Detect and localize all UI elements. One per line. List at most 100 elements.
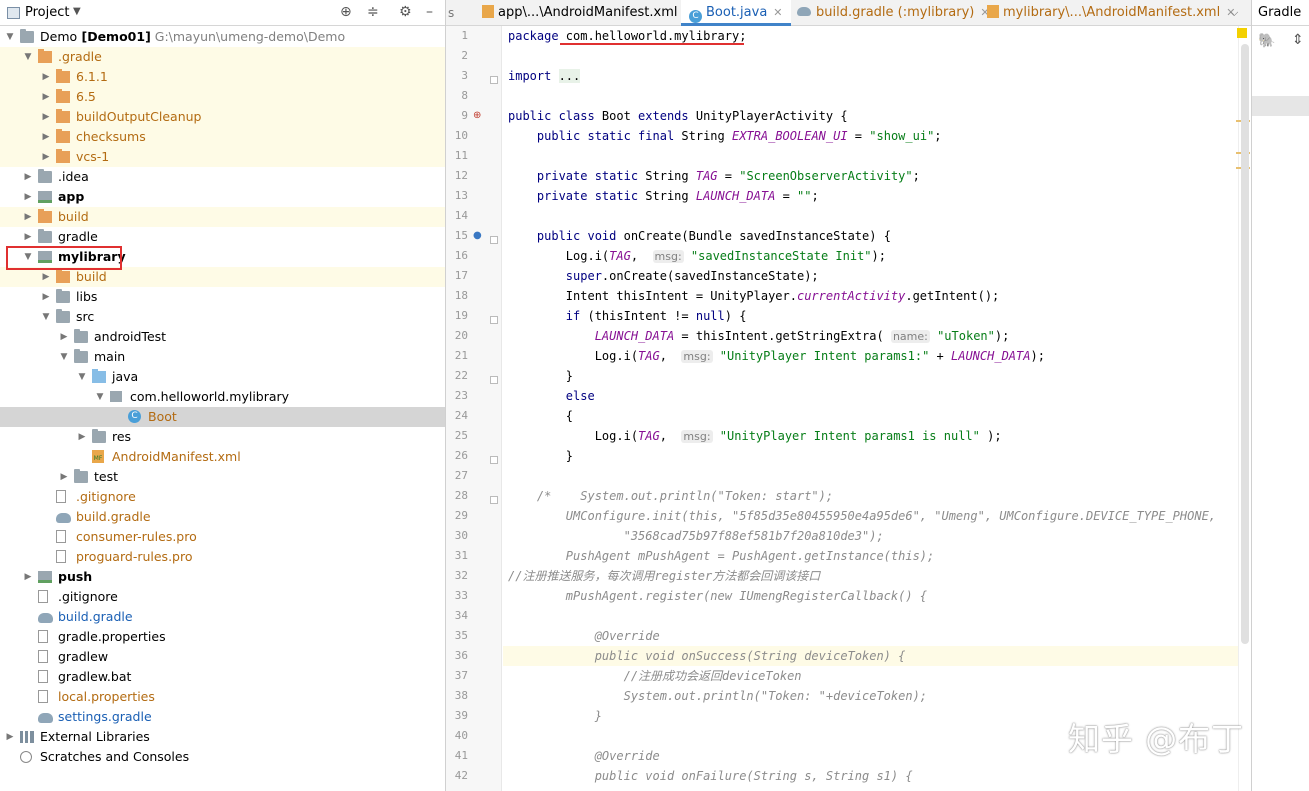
- fold-marker-icon[interactable]: [490, 376, 498, 384]
- code-line[interactable]: if (thisIntent != null) {: [508, 306, 747, 326]
- tree-item-boot[interactable]: C Boot: [0, 407, 445, 427]
- chevron-right-icon[interactable]: ▶: [40, 67, 52, 87]
- code-line[interactable]: Log.i(TAG, msg: "UnityPlayer Intent para…: [508, 426, 1002, 446]
- chevron-right-icon[interactable]: ▶: [22, 567, 34, 587]
- chevron-right-icon[interactable]: ▶: [40, 87, 52, 107]
- chevron-right-icon[interactable]: ▶: [4, 727, 16, 747]
- line-number[interactable]: 38: [446, 689, 468, 702]
- chevron-right-icon[interactable]: ▶: [40, 147, 52, 167]
- tree-item-root-gitignore[interactable]: .gitignore: [0, 587, 445, 607]
- tree-item-java[interactable]: ▼ java: [0, 367, 445, 387]
- line-number[interactable]: 32: [446, 569, 468, 582]
- line-number[interactable]: 2: [446, 49, 468, 62]
- code-line[interactable]: else: [508, 386, 595, 406]
- line-number[interactable]: 31: [446, 549, 468, 562]
- tree-item-demo[interactable]: ▼ Demo [Demo01] G:\mayun\umeng-demo\Demo: [0, 27, 445, 47]
- line-number[interactable]: 19: [446, 309, 468, 322]
- project-view-selector[interactable]: Project: [25, 5, 69, 20]
- code-line[interactable]: Intent thisIntent = UnityPlayer.currentA…: [508, 286, 999, 306]
- line-number[interactable]: 17: [446, 269, 468, 282]
- chevron-right-icon[interactable]: ▶: [22, 227, 34, 247]
- line-number[interactable]: 25: [446, 429, 468, 442]
- line-number[interactable]: 23: [446, 389, 468, 402]
- tree-item-androidtest[interactable]: ▶ androidTest: [0, 327, 445, 347]
- tree-item-gradle-dir[interactable]: ▼ .gradle: [0, 47, 445, 67]
- tabs-scroll-left-icon[interactable]: s: [448, 0, 454, 26]
- code-line[interactable]: import ...: [508, 66, 581, 86]
- line-number[interactable]: 15: [446, 229, 468, 242]
- tree-item-gradlew[interactable]: gradlew: [0, 647, 445, 667]
- line-number[interactable]: 13: [446, 189, 468, 202]
- code-line[interactable]: }: [508, 706, 602, 726]
- tree-item-push[interactable]: ▶ push: [0, 567, 445, 587]
- line-number[interactable]: 10: [446, 129, 468, 142]
- tab-app-manifest[interactable]: app\...\AndroidManifest.xml✕: [478, 0, 693, 26]
- tree-item-res[interactable]: ▶ res: [0, 427, 445, 447]
- tree-item-main[interactable]: ▼ main: [0, 347, 445, 367]
- line-number[interactable]: 34: [446, 609, 468, 622]
- line-number[interactable]: 14: [446, 209, 468, 222]
- tree-item-idea[interactable]: ▶ .idea: [0, 167, 445, 187]
- tree-item-mylibrary-build[interactable]: ▶ build: [0, 267, 445, 287]
- line-number[interactable]: 36: [446, 649, 468, 662]
- code-line[interactable]: }: [508, 366, 573, 386]
- code-line[interactable]: //注册推送服务，每次调用register方法都会回调该接口: [508, 566, 820, 586]
- code-line[interactable]: /* System.out.println("Token: start");: [508, 486, 833, 506]
- code-line[interactable]: mPushAgent.register(new IUmengRegisterCa…: [508, 586, 927, 606]
- code-line[interactable]: UMConfigure.init(this, "5f85d35e80455950…: [508, 506, 1216, 526]
- line-number[interactable]: 29: [446, 509, 468, 522]
- chevron-right-icon[interactable]: ▶: [40, 127, 52, 147]
- code-line[interactable]: private static String TAG = "ScreenObser…: [508, 166, 920, 186]
- tree-item-external-libraries[interactable]: ▶ External Libraries: [0, 727, 445, 747]
- chevron-right-icon[interactable]: ▶: [22, 207, 34, 227]
- chevron-right-icon[interactable]: ▶: [40, 287, 52, 307]
- line-number[interactable]: 9: [446, 109, 468, 122]
- code-line[interactable]: @Override: [508, 746, 660, 766]
- tree-item-build-gradle[interactable]: build.gradle: [0, 507, 445, 527]
- code-line[interactable]: public class Boot extends UnityPlayerAct…: [508, 106, 848, 126]
- line-number[interactable]: 20: [446, 329, 468, 342]
- gradle-panel-title[interactable]: Gradle: [1252, 0, 1309, 26]
- tree-item-checksums[interactable]: ▶ checksums: [0, 127, 445, 147]
- code-line[interactable]: public void onFailure(String s, String s…: [508, 766, 913, 786]
- fold-marker-icon[interactable]: [490, 456, 498, 464]
- tree-item-consumer-rules[interactable]: consumer-rules.pro: [0, 527, 445, 547]
- line-number[interactable]: 3: [446, 69, 468, 82]
- tree-item-6-5[interactable]: ▶ 6.5: [0, 87, 445, 107]
- code-line[interactable]: Log.i(TAG, msg: "savedInstanceState Init…: [508, 246, 886, 266]
- tab-build-gradle[interactable]: build.gradle (:mylibrary) ✕: [791, 0, 990, 26]
- chevron-down-icon[interactable]: ▼: [4, 27, 16, 47]
- tree-item-test[interactable]: ▶ test: [0, 467, 445, 487]
- editor-scrollbar[interactable]: [1236, 26, 1251, 791]
- gradle-elephant-icon[interactable]: 🐘: [1258, 33, 1275, 49]
- chevron-down-icon[interactable]: ▼: [22, 47, 34, 67]
- chevron-down-icon[interactable]: ▼: [40, 307, 52, 327]
- chevron-right-icon[interactable]: ▶: [40, 107, 52, 127]
- tree-item-gradle-properties[interactable]: gradle.properties: [0, 627, 445, 647]
- code-line[interactable]: "3568cad75b97f88ef581b7f20a810de3");: [508, 526, 884, 546]
- chevron-down-icon[interactable]: ▼: [76, 367, 88, 387]
- tabs-menu-icon[interactable]: ⌵: [1230, 0, 1238, 26]
- fold-marker-icon[interactable]: [490, 236, 498, 244]
- chevron-right-icon[interactable]: ▶: [58, 467, 70, 487]
- locate-icon[interactable]: ⊕: [340, 4, 352, 20]
- chevron-down-icon[interactable]: ▼: [73, 6, 81, 17]
- line-number[interactable]: 11: [446, 149, 468, 162]
- line-number[interactable]: 33: [446, 589, 468, 602]
- tree-item-proguard-rules[interactable]: proguard-rules.pro: [0, 547, 445, 567]
- chevron-right-icon[interactable]: ▶: [40, 267, 52, 287]
- gear-icon[interactable]: ⚙: [399, 4, 412, 20]
- line-number[interactable]: 35: [446, 629, 468, 642]
- inspection-status-icon[interactable]: [1237, 28, 1247, 38]
- tree-item-app[interactable]: ▶ app: [0, 187, 445, 207]
- tree-item-gradlew-bat[interactable]: gradlew.bat: [0, 667, 445, 687]
- line-number[interactable]: 37: [446, 669, 468, 682]
- line-number[interactable]: 22: [446, 369, 468, 382]
- tree-item-local-properties[interactable]: local.properties: [0, 687, 445, 707]
- fold-marker-icon[interactable]: [490, 316, 498, 324]
- line-number[interactable]: 41: [446, 749, 468, 762]
- fold-marker-icon[interactable]: [490, 496, 498, 504]
- code-line[interactable]: }: [508, 446, 573, 466]
- chevron-right-icon[interactable]: ▶: [22, 187, 34, 207]
- code-line[interactable]: public static final String EXTRA_BOOLEAN…: [508, 126, 942, 146]
